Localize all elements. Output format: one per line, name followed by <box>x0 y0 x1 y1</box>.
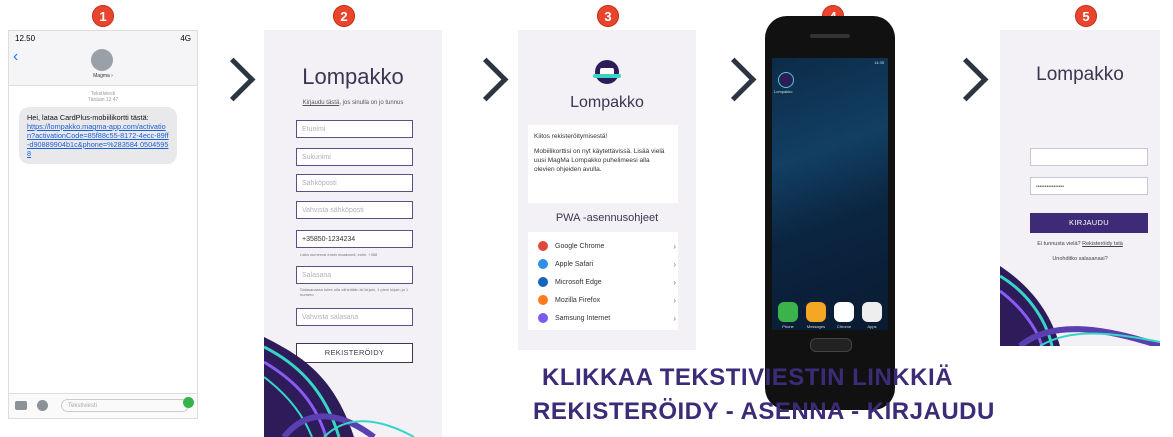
app-store-icon[interactable] <box>37 400 48 411</box>
thanks-card: Kiitos rekisteröitymisestä! Mobiilikortt… <box>528 125 678 203</box>
chevron-right-icon: › <box>673 277 676 287</box>
password-field[interactable]: Salasana <box>296 266 413 284</box>
email-field[interactable] <box>1030 148 1148 166</box>
first-name-field[interactable]: Etunimi <box>296 120 413 138</box>
chrome-app-icon[interactable]: Chrome <box>834 302 854 329</box>
status-time: 12.50 <box>15 34 36 43</box>
list-item[interactable]: Mozilla Firefox › <box>538 292 676 308</box>
status-bar: 12.50 4G <box>9 31 197 48</box>
message-input[interactable]: Tekstiviesti <box>61 399 189 412</box>
last-name-field[interactable]: Sukunimi <box>296 148 413 166</box>
login-hint-text: jos sinulla on jo tunnus <box>342 100 404 106</box>
register-hint-text: Ei tunnusta vielä? <box>1037 241 1081 247</box>
app-label: Lompakko <box>774 89 793 94</box>
step-badge-2: 2 <box>333 5 355 27</box>
chevron-right-icon: › <box>673 259 676 269</box>
register-link[interactable]: Rekisteröidy tstä <box>1082 241 1123 247</box>
headline-line-1: KLIKKAA TEKSTIVIESTIN LINKKIÄ <box>542 364 953 391</box>
step-badge-3: 3 <box>597 5 619 27</box>
list-item[interactable]: Apple Safari › <box>538 256 676 272</box>
camera-icon[interactable] <box>15 401 27 410</box>
list-item[interactable]: Microsoft Edge › <box>538 274 676 290</box>
password-field[interactable]: •••••••••••••••• <box>1030 177 1148 195</box>
signal-indicator: 4G <box>180 34 191 43</box>
list-item[interactable]: Google Chrome › <box>538 238 676 254</box>
browser-list: Google Chrome › Apple Safari › Microsoft E… <box>528 232 678 330</box>
chevron-right-icon <box>944 57 989 102</box>
compose-bar: Tekstiviesti <box>9 393 197 418</box>
browser-name: Samsung Internet <box>555 314 611 322</box>
phone-device: 14:35 Lompakko Phone Messages Chrome App… <box>765 16 895 410</box>
install-screen: Lompakko Kiitos rekisteröitymisestä! Mob… <box>518 30 696 350</box>
decorative-wave <box>1000 266 1160 346</box>
login-screen: Lompakko •••••••••••••••• KIRJAUDU Ei tu… <box>1000 30 1160 346</box>
login-button[interactable]: KIRJAUDU <box>1030 213 1148 233</box>
pwa-heading: PWA -asennusohjeet <box>555 212 659 224</box>
timestamp-time: Tänään 12.47 <box>87 97 119 103</box>
decorative-wave <box>264 337 415 437</box>
list-item[interactable]: Samsung Internet › <box>538 310 676 326</box>
phone-field[interactable]: +35850-1234234 <box>296 230 413 248</box>
browser-name: Google Chrome <box>555 242 605 250</box>
step-badge-1: 1 <box>92 5 114 27</box>
thanks-title: Kiitos rekisteröitymisestä! <box>534 133 608 140</box>
confirm-email-field[interactable]: Vahvista sähköposti <box>296 201 413 219</box>
firefox-icon <box>538 295 548 305</box>
dock-label: Apps <box>867 324 877 329</box>
chrome-icon <box>538 241 548 251</box>
chevron-right-icon: › <box>673 313 676 323</box>
messages-app-icon[interactable]: Messages <box>806 302 826 329</box>
phone-speaker <box>810 34 850 38</box>
headline-line-2: REKISTERÖIDY - ASENNA - KIRJAUDU <box>533 398 995 425</box>
password-note: Salasanassa tulee olla vähintään isi kir… <box>300 287 409 297</box>
register-hint: Ei tunnusta vielä? Rekisteröidy tstä <box>1000 241 1160 247</box>
back-icon[interactable]: ‹ <box>13 49 18 65</box>
message-bubble: Hei, lataa CardPlus-mobiilikortti tästä:… <box>19 107 177 164</box>
dock: Phone Messages Chrome Apps <box>778 302 882 329</box>
email-field[interactable]: Sähköposti <box>296 174 413 192</box>
step-badge-5: 5 <box>1075 5 1097 27</box>
home-screen: 14:35 Lompakko Phone Messages Chrome App… <box>772 58 888 330</box>
samsung-internet-icon <box>538 313 548 323</box>
phone-note: Laita numerosi ensin maakoodi, esim. +35… <box>300 252 378 257</box>
browser-name: Microsoft Edge <box>555 278 602 286</box>
edge-icon <box>538 277 548 287</box>
forgot-password-link[interactable]: Unohditko salasanasi? <box>1000 256 1160 262</box>
message-text: Hei, lataa CardPlus-mobiilikortti tästä: <box>27 113 149 122</box>
page-title: Lompakko <box>570 94 644 111</box>
activation-link[interactable]: https://lompakko.magma-app.com/activatio… <box>27 122 169 158</box>
browser-name: Apple Safari <box>555 260 594 268</box>
page-title: Lompakko <box>302 64 404 89</box>
chevron-right-icon <box>211 57 256 102</box>
chevron-right-icon: › <box>673 295 676 305</box>
contact-name[interactable]: Magma › <box>9 73 197 79</box>
login-hint: Kirjaudu tästä, jos sinulla on jo tunnus <box>302 100 404 106</box>
page-title: Lompakko <box>1036 64 1124 85</box>
home-button[interactable] <box>810 338 852 352</box>
chevron-right-icon: › <box>673 241 676 251</box>
message-timestamp: Tekstiviesti Tänään 12.47 <box>9 91 197 103</box>
safari-icon <box>538 259 548 269</box>
sms-screen: 12.50 4G ‹ Magma › Tekstiviesti Tänään 1… <box>8 30 198 419</box>
phone-app-icon[interactable]: Phone <box>778 302 798 329</box>
send-icon[interactable] <box>183 397 194 408</box>
status-bar: 14:35 <box>873 60 884 65</box>
login-link[interactable]: Kirjaudu tästä <box>303 100 340 106</box>
apps-icon[interactable]: Apps <box>862 302 882 329</box>
avatar[interactable] <box>91 49 113 71</box>
browser-name: Mozilla Firefox <box>555 296 601 304</box>
thanks-body: Mobiilikorttisi on nyt käytettävissä. Li… <box>534 148 665 173</box>
chevron-right-icon <box>464 57 509 102</box>
chevron-right-icon <box>712 57 757 102</box>
register-screen: Lompakko Kirjaudu tästä, jos sinulla on … <box>264 30 442 437</box>
lompakko-app-icon[interactable] <box>778 72 794 88</box>
lompakko-logo-icon <box>593 60 621 84</box>
